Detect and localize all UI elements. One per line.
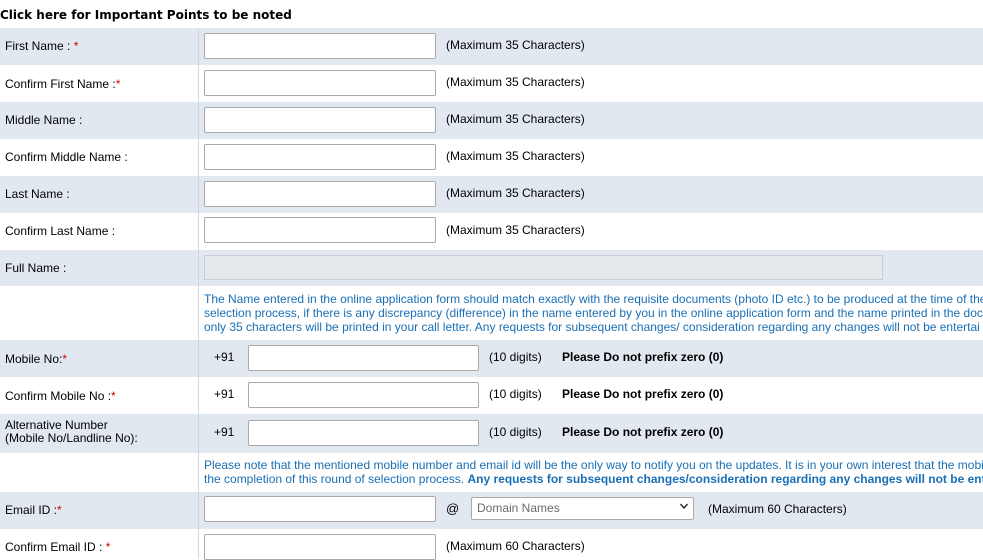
confirm-first-name-row: Confirm First Name :* (Maximum 35 Charac… — [0, 65, 983, 102]
required-mark: * — [105, 540, 111, 554]
mobile-no-label: Mobile No:* — [5, 352, 67, 366]
email-id-row: Email ID :* @ Domain Names (Maximum 60 C… — [0, 492, 983, 529]
important-points-link[interactable]: Click here for Important Points to be no… — [0, 8, 292, 22]
name-note-line: selection process, if there is any discr… — [204, 306, 983, 320]
last-name-label: Last Name : — [5, 187, 70, 201]
no-zero-warning: Please Do not prefix zero (0) — [562, 387, 724, 401]
row-divider — [198, 492, 199, 529]
confirm-middle-name-row: Confirm Middle Name : (Maximum 35 Charac… — [0, 139, 983, 176]
chevron-down-icon — [679, 503, 689, 510]
contact-note-line: Please note that the mentioned mobile nu… — [204, 458, 983, 472]
last-name-row: Last Name : (Maximum 35 Characters) — [0, 176, 983, 213]
mobile-digits-hint: (10 digits) — [489, 425, 542, 439]
row-divider — [198, 529, 199, 559]
name-match-note: The Name entered in the online applicati… — [204, 292, 983, 334]
alternative-label-line: (Mobile No/Landline No): — [5, 431, 138, 445]
name-note-line: The Name entered in the online applicati… — [204, 292, 983, 306]
confirm-email-id-row: Confirm Email ID : * (Maximum 60 Charact… — [0, 529, 983, 560]
confirm-last-name-row: Confirm Last Name : (Maximum 35 Characte… — [0, 213, 983, 250]
mobile-no-input[interactable] — [248, 345, 479, 371]
first-name-hint: (Maximum 35 Characters) — [446, 38, 585, 52]
row-divider — [198, 377, 199, 414]
confirm-first-name-label: Confirm First Name :* — [5, 77, 120, 91]
required-mark: * — [111, 389, 116, 403]
required-mark: * — [57, 503, 62, 517]
no-zero-warning: Please Do not prefix zero (0) — [562, 425, 724, 439]
mobile-digits-hint: (10 digits) — [489, 387, 542, 401]
confirm-mobile-no-row: Confirm Mobile No :* +91 (10 digits) Ple… — [0, 377, 983, 414]
contact-note-row: Please note that the mentioned mobile nu… — [0, 453, 983, 492]
domain-names-value: Domain Names — [477, 501, 560, 515]
row-divider — [198, 250, 199, 286]
full-name-display — [204, 255, 883, 280]
contact-update-note: Please note that the mentioned mobile nu… — [204, 458, 983, 486]
confirm-last-name-input[interactable] — [204, 217, 436, 243]
confirm-middle-name-hint: (Maximum 35 Characters) — [446, 149, 585, 163]
alternative-number-label: Alternative Number (Mobile No/Landline N… — [5, 419, 138, 445]
confirm-last-name-label: Confirm Last Name : — [5, 224, 116, 238]
contact-note-bold: Any requests for subsequent changes/cons… — [467, 472, 983, 486]
name-note-row: The Name entered in the online applicati… — [0, 286, 983, 340]
row-divider — [198, 139, 199, 176]
email-id-input[interactable] — [204, 496, 436, 522]
at-sign: @ — [446, 501, 460, 516]
confirm-email-id-label: Confirm Email ID : * — [5, 540, 110, 554]
full-name-row: Full Name : — [0, 250, 983, 286]
row-divider — [198, 340, 199, 377]
row-divider — [198, 65, 199, 102]
first-name-row: First Name : * (Maximum 35 Characters) — [0, 28, 983, 65]
row-divider — [198, 453, 199, 492]
confirm-email-hint: (Maximum 60 Characters) — [446, 539, 585, 553]
confirm-last-name-hint: (Maximum 35 Characters) — [446, 223, 585, 237]
alternative-number-row: Alternative Number (Mobile No/Landline N… — [0, 414, 983, 453]
required-mark: * — [73, 39, 79, 53]
first-name-label-text: First Name : — [5, 39, 71, 53]
contact-note-line: the completion of this round of selectio… — [204, 472, 983, 486]
last-name-input[interactable] — [204, 181, 436, 207]
name-note-line: only 35 characters will be printed in yo… — [204, 320, 980, 334]
mobile-digits-hint: (10 digits) — [489, 350, 542, 364]
row-divider — [198, 414, 199, 453]
middle-name-row: Middle Name : (Maximum 35 Characters) — [0, 102, 983, 139]
confirm-email-id-label-text: Confirm Email ID : — [5, 540, 103, 554]
email-id-label-text: Email ID : — [5, 503, 58, 517]
middle-name-label: Middle Name : — [5, 113, 83, 127]
first-name-label: First Name : * — [5, 39, 78, 53]
row-divider — [198, 286, 199, 340]
confirm-mobile-no-input[interactable] — [248, 382, 479, 408]
middle-name-hint: (Maximum 35 Characters) — [446, 112, 585, 126]
email-id-label: Email ID :* — [5, 503, 62, 517]
last-name-hint: (Maximum 35 Characters) — [446, 186, 585, 200]
confirm-middle-name-label: Confirm Middle Name : — [5, 150, 128, 164]
email-hint: (Maximum 60 Characters) — [708, 502, 847, 516]
first-name-input[interactable] — [204, 33, 436, 59]
confirm-first-name-input[interactable] — [204, 70, 436, 96]
required-mark: * — [62, 352, 68, 366]
row-divider — [198, 213, 199, 250]
confirm-first-name-hint: (Maximum 35 Characters) — [446, 75, 585, 89]
country-code: +91 — [214, 425, 235, 439]
required-mark: * — [115, 77, 121, 91]
confirm-email-id-input[interactable] — [204, 534, 436, 560]
domain-names-select[interactable]: Domain Names — [471, 497, 694, 520]
country-code: +91 — [214, 387, 235, 401]
row-divider — [198, 28, 199, 65]
country-code: +91 — [214, 350, 235, 364]
contact-note-plain: the completion of this round of selectio… — [204, 472, 468, 486]
full-name-label: Full Name : — [5, 261, 67, 275]
confirm-first-name-label-text: Confirm First Name : — [5, 77, 116, 91]
confirm-mobile-no-label-text: Confirm Mobile No : — [5, 389, 112, 403]
row-divider — [198, 102, 199, 139]
no-zero-warning: Please Do not prefix zero (0) — [562, 350, 724, 364]
row-divider — [198, 176, 199, 213]
mobile-no-label-text: Mobile No: — [5, 352, 63, 366]
confirm-mobile-no-label: Confirm Mobile No :* — [5, 389, 116, 403]
alternative-number-input[interactable] — [248, 420, 479, 446]
mobile-no-row: Mobile No:* +91 (10 digits) Please Do no… — [0, 340, 983, 377]
middle-name-input[interactable] — [204, 107, 436, 133]
confirm-middle-name-input[interactable] — [204, 144, 436, 170]
